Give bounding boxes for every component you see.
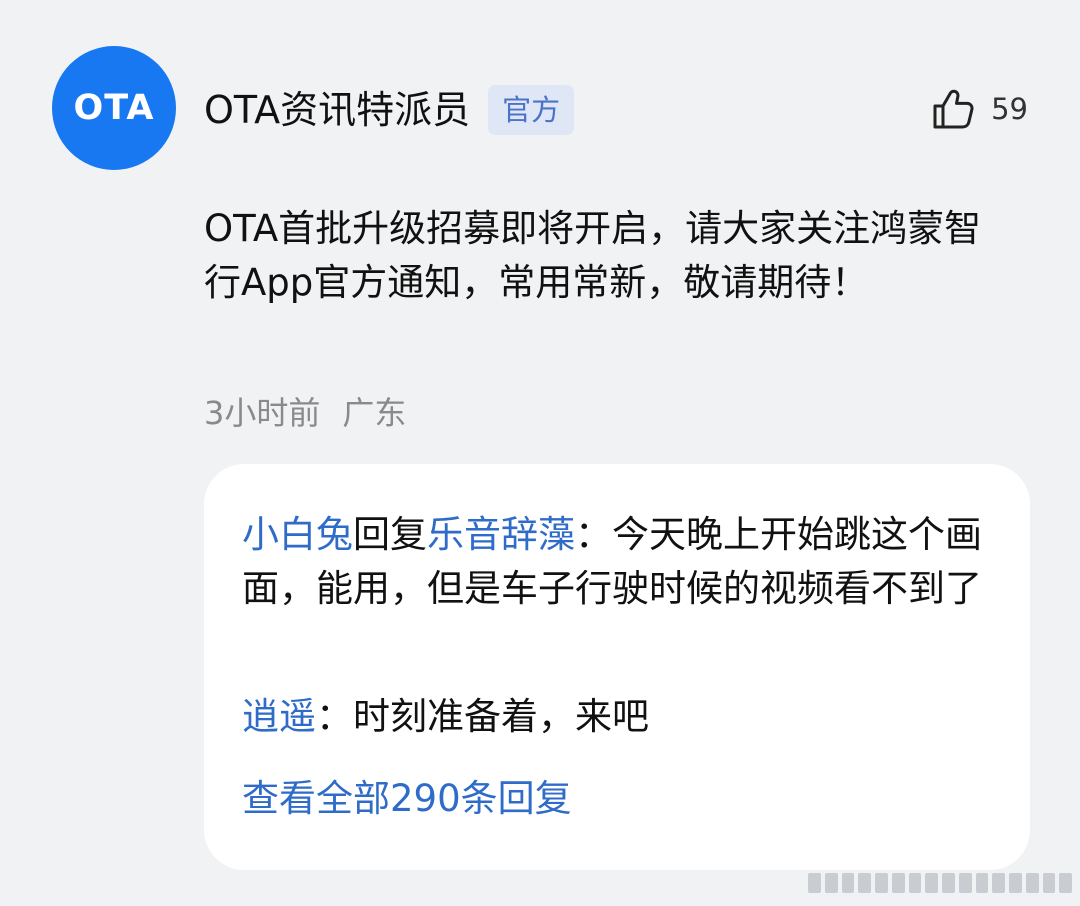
reply-from-user[interactable]: 小白兔	[242, 513, 353, 556]
watermark-mark	[975, 873, 989, 893]
watermark-mark	[1042, 873, 1056, 893]
thumb-up-icon	[933, 89, 974, 129]
reply-text: 时刻准备着，来吧	[353, 695, 649, 738]
reply-item[interactable]: 逍遥：时刻准备着，来吧	[242, 690, 649, 744]
official-badge: 官方	[488, 85, 575, 135]
watermark-mark	[925, 873, 938, 893]
reply-from-user[interactable]: 逍遥	[242, 695, 316, 738]
like-count: 59	[991, 92, 1028, 126]
watermark-mark	[1025, 873, 1039, 893]
author-row: OTA资讯特派员 官方	[204, 84, 575, 136]
reply-separator: ：	[575, 513, 612, 556]
like-button[interactable]: 59	[929, 84, 1028, 134]
watermark-mark	[1009, 873, 1022, 893]
post-location: 广东	[342, 394, 407, 432]
watermark-mark	[891, 873, 905, 893]
reply-to-user[interactable]: 乐音辞藻	[427, 513, 575, 556]
reply-item[interactable]: 小白兔回复乐音辞藻：今天晚上开始跳这个画面，能用，但是车子行驶时候的视频看不到了	[242, 508, 994, 616]
reply-verb: 回复	[353, 513, 427, 556]
watermark-mark	[908, 873, 922, 893]
reply-separator: ：	[316, 695, 353, 738]
watermark-mark	[841, 873, 855, 893]
avatar-text: OTA	[73, 88, 155, 128]
replies-panel: 小白兔回复乐音辞藻：今天晚上开始跳这个画面，能用，但是车子行驶时候的视频看不到了…	[204, 464, 1030, 870]
watermark-mark	[942, 873, 955, 893]
post-content: OTA首批升级招募即将开启，请大家关注鸿蒙智行App官方通知，常用常新，敬请期待…	[204, 207, 982, 304]
watermark-mark	[992, 873, 1005, 893]
watermark-mark	[824, 873, 838, 893]
watermark-mark	[1059, 873, 1072, 893]
watermark-mark	[808, 873, 821, 893]
avatar[interactable]: OTA	[52, 46, 176, 170]
watermark-mark	[875, 873, 888, 893]
watermark-mark	[858, 873, 871, 893]
author-name[interactable]: OTA资讯特派员	[204, 84, 470, 136]
post-time: 3小时前	[204, 394, 321, 432]
comment-card: OTA OTA资讯特派员 官方 59 OTA首批升级招募即将开启，请大家关注鸿蒙…	[0, 0, 1080, 906]
watermark	[808, 868, 1072, 898]
post-meta: 3小时前 广东	[204, 388, 406, 438]
watermark-mark	[958, 873, 972, 893]
view-all-replies-link[interactable]: 查看全部290条回复	[242, 772, 572, 826]
